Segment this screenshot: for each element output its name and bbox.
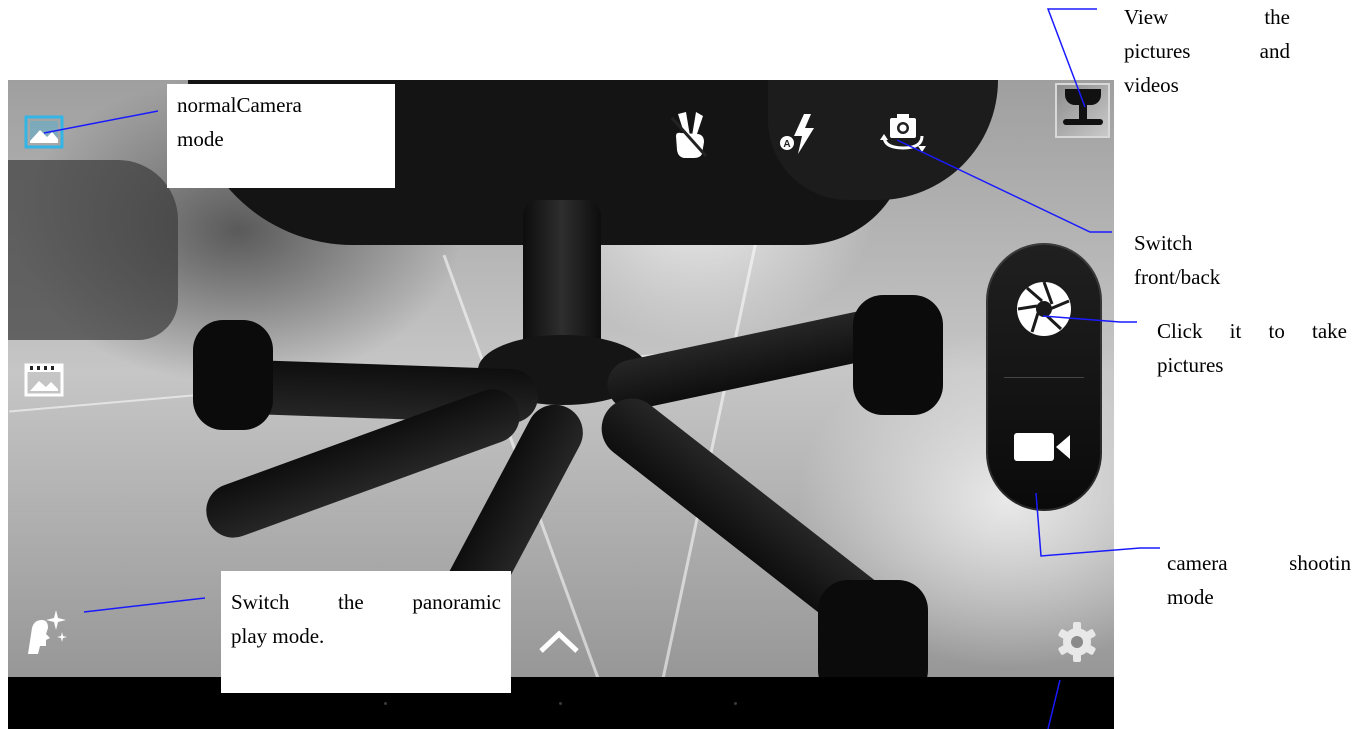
note-panoramic: Switch the panoramic play mode. xyxy=(221,571,511,693)
camera-mode-button[interactable] xyxy=(24,114,64,150)
chevron-up-icon xyxy=(539,630,579,653)
note-take-pictures: Click it to take pictures xyxy=(1157,319,1347,377)
nav-home-dot[interactable] xyxy=(559,702,562,705)
face-sparkle-icon xyxy=(28,610,67,654)
gear-icon xyxy=(1058,622,1096,662)
auto-flash-icon: A xyxy=(780,114,814,154)
capture-panel xyxy=(986,243,1102,511)
effects-button[interactable] xyxy=(20,606,72,658)
svg-text:A: A xyxy=(783,139,790,150)
peace-hand-icon xyxy=(670,112,708,158)
nav-recent-dot[interactable] xyxy=(734,702,737,705)
film-frame-icon xyxy=(24,363,64,397)
note-view-pictures: View the pictures and videos xyxy=(1124,5,1290,97)
sofa-background xyxy=(8,160,178,340)
nav-back-dot[interactable] xyxy=(384,702,387,705)
note-normal-camera: normalCamera mode xyxy=(167,84,395,188)
video-camera-icon xyxy=(1014,433,1070,461)
video-record-button[interactable] xyxy=(1012,429,1074,465)
expand-controls-button[interactable] xyxy=(538,626,580,656)
image-icon xyxy=(24,115,64,149)
gesture-shot-button[interactable] xyxy=(668,110,710,160)
shutter-button[interactable] xyxy=(1014,279,1074,339)
note-switch-camera: Switch front/back xyxy=(1134,231,1221,289)
settings-button[interactable] xyxy=(1055,620,1099,664)
note-shooting-mode: camera shootin mode xyxy=(1167,551,1351,609)
gallery-thumbnail[interactable] xyxy=(1055,83,1110,138)
video-mode-button[interactable] xyxy=(24,362,64,398)
navigation-bar xyxy=(8,677,1114,729)
panel-divider xyxy=(1004,377,1084,378)
camera-rotate-icon xyxy=(880,114,926,152)
switch-camera-button[interactable] xyxy=(878,112,928,154)
flash-mode-button[interactable]: A xyxy=(778,112,818,156)
aperture-shutter-icon xyxy=(1017,281,1071,336)
